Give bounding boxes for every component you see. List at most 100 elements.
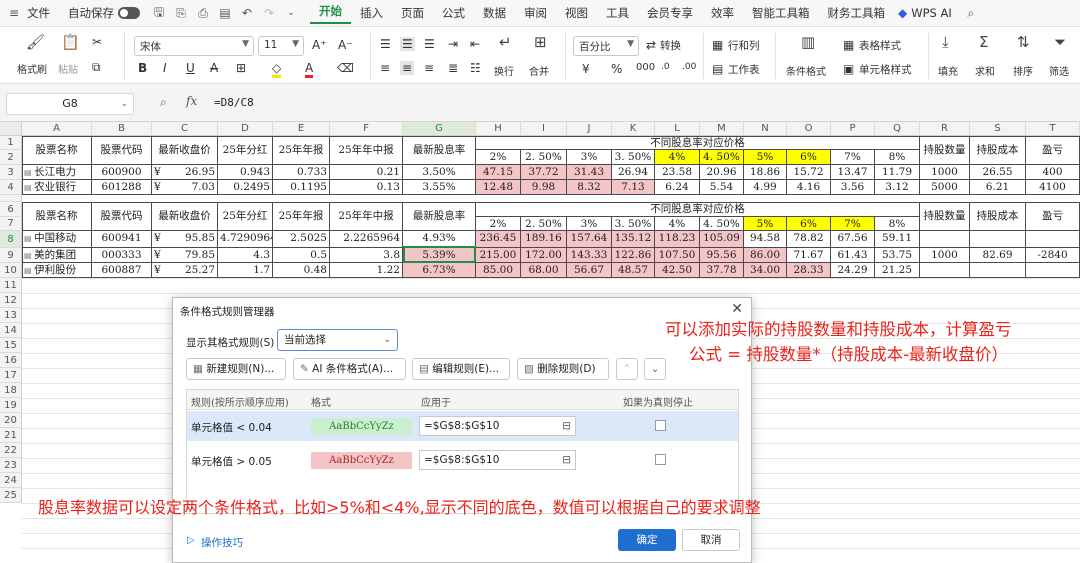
holding-cost-cell[interactable] <box>970 231 1026 248</box>
row-header[interactable]: 25 <box>0 488 22 503</box>
column-header[interactable]: L <box>655 122 700 136</box>
column-header[interactable]: K <box>612 122 655 136</box>
target-price-cell[interactable]: 95.56 <box>700 248 744 263</box>
close-price-cell[interactable]: ¥7.03 <box>152 180 218 195</box>
column-header[interactable]: Q <box>875 122 920 136</box>
rate-header[interactable]: 2% <box>476 217 521 231</box>
mid-report-cell[interactable]: 3.8 <box>330 248 403 263</box>
column-title[interactable]: 持股数量 <box>920 202 970 231</box>
export-icon[interactable]: ⎘ <box>173 6 189 21</box>
target-price-cell[interactable]: 78.82 <box>787 231 831 248</box>
annual-report-cell[interactable]: 0.48 <box>273 263 330 278</box>
tab-data[interactable]: 数据 <box>474 5 515 21</box>
rate-header[interactable]: 2. 50% <box>521 217 567 231</box>
range-picker-icon[interactable]: ⊟ <box>562 451 571 469</box>
column-header[interactable]: N <box>744 122 787 136</box>
stock-code-cell[interactable]: 600900 <box>92 165 152 180</box>
row-header[interactable]: 24 <box>0 473 22 488</box>
row-header[interactable]: 15 <box>0 338 22 353</box>
edit-rule-button[interactable]: ▤ 编辑规则(E)... <box>412 358 510 380</box>
column-title[interactable]: 持股成本 <box>970 202 1026 231</box>
dividend-yield-cell[interactable]: 3.50% <box>403 165 476 180</box>
target-price-cell[interactable]: 4.16 <box>787 180 831 195</box>
target-price-cell[interactable]: 107.50 <box>655 248 700 263</box>
annual-report-cell[interactable]: 0.733 <box>273 165 330 180</box>
row-header[interactable]: 21 <box>0 428 22 443</box>
stock-code-cell[interactable]: 000333 <box>92 248 152 263</box>
holding-cost-cell[interactable] <box>970 263 1026 278</box>
target-price-cell[interactable]: 37.78 <box>700 263 744 278</box>
filter-button[interactable]: 筛选 <box>1049 63 1069 78</box>
rate-header[interactable]: 3% <box>567 217 612 231</box>
fill-color-icon[interactable]: ◇ <box>272 61 282 78</box>
rows-cols-button[interactable]: 行和列 <box>728 38 760 53</box>
paste-icon[interactable]: 📋 <box>61 33 80 51</box>
currency-icon[interactable]: ¥ <box>582 62 590 76</box>
name-box[interactable]: G8 ⌄ <box>6 93 134 115</box>
move-down-button[interactable]: ⌄ <box>644 358 666 380</box>
mid-report-cell[interactable]: 1.22 <box>330 263 403 278</box>
target-price-cell[interactable]: 20.96 <box>700 165 744 180</box>
dividend-cell[interactable]: 0.943 <box>218 165 273 180</box>
column-title[interactable]: 股票代码 <box>92 136 152 165</box>
wrap-icon[interactable]: ↵ <box>499 33 512 51</box>
column-title[interactable]: 最新收盘价 <box>152 136 218 165</box>
thousands-icon[interactable]: 000 <box>636 62 655 73</box>
decrease-font-icon[interactable]: A⁻ <box>338 38 353 52</box>
target-price-cell[interactable]: 13.47 <box>831 165 875 180</box>
row-header[interactable]: 4 <box>0 180 22 195</box>
rate-header[interactable]: 5% <box>744 150 787 165</box>
tab-tools[interactable]: 工具 <box>597 5 638 21</box>
row-header[interactable]: 3 <box>0 165 22 180</box>
worksheet-button[interactable]: 工作表 <box>728 62 760 77</box>
tab-finance-toolbox[interactable]: 财务工具箱 <box>819 5 895 21</box>
tab-wps-ai[interactable]: WPS AI <box>907 6 961 20</box>
column-title[interactable]: 最新股息率 <box>403 136 476 165</box>
tab-insert[interactable]: 插入 <box>351 5 392 21</box>
italic-icon[interactable]: I <box>163 61 167 75</box>
move-up-button[interactable]: ⌃ <box>616 358 638 380</box>
range-picker-icon[interactable]: ⊟ <box>562 417 571 435</box>
target-price-cell[interactable]: 5.54 <box>700 180 744 195</box>
distributed-icon[interactable]: ☷ <box>470 61 481 75</box>
target-price-cell[interactable]: 7.13 <box>612 180 655 195</box>
annual-report-cell[interactable]: 0.5 <box>273 248 330 263</box>
target-price-cell[interactable]: 6.24 <box>655 180 700 195</box>
font-name-select[interactable]: 宋体 ▼ <box>134 36 254 56</box>
rule-row[interactable]: 单元格值 > 0.05 AaBbCcYyZz =$G$8:$G$10 ⊟ <box>187 445 738 475</box>
target-price-cell[interactable]: 94.58 <box>744 231 787 248</box>
merge-button[interactable]: 合并 <box>529 63 549 78</box>
percent-icon[interactable]: % <box>611 62 622 76</box>
pnl-cell[interactable] <box>1026 231 1080 248</box>
holding-qty-cell[interactable]: 1000 <box>920 248 970 263</box>
holding-qty-cell[interactable]: 1000 <box>920 165 970 180</box>
rate-header[interactable]: 8% <box>875 150 920 165</box>
tab-formula[interactable]: 公式 <box>433 5 474 21</box>
stock-name-cell[interactable]: ▤ 中国移动 <box>22 231 92 248</box>
row-header[interactable]: 7 <box>0 217 22 231</box>
holding-qty-cell[interactable] <box>920 263 970 278</box>
row-header[interactable]: 1 <box>0 136 22 150</box>
column-title[interactable]: 25年年中报 <box>330 136 403 165</box>
target-price-cell[interactable]: 143.33 <box>567 248 612 263</box>
column-title[interactable]: 股票名称 <box>22 202 92 231</box>
target-price-cell[interactable]: 24.29 <box>831 263 875 278</box>
target-price-cell[interactable]: 53.75 <box>875 248 920 263</box>
row-header[interactable]: 17 <box>0 368 22 383</box>
annual-report-cell[interactable]: 2.5025 <box>273 231 330 248</box>
row-header[interactable]: 19 <box>0 398 22 413</box>
sort-button[interactable]: 排序 <box>1013 63 1033 78</box>
target-price-cell[interactable]: 68.00 <box>521 263 567 278</box>
table-style-button[interactable]: 表格样式 <box>859 38 901 53</box>
target-price-cell[interactable]: 21.25 <box>875 263 920 278</box>
print-icon[interactable]: ⎙ <box>195 6 211 21</box>
conditional-format-button[interactable]: 条件格式 <box>786 63 826 78</box>
wrap-button[interactable]: 换行 <box>494 63 514 78</box>
underline-icon[interactable]: U <box>186 61 195 75</box>
align-top-icon[interactable]: ☰ <box>380 37 391 51</box>
outdent-icon[interactable]: ⇤ <box>470 37 480 51</box>
column-title[interactable]: 25年年报 <box>273 136 330 165</box>
align-center-icon[interactable]: ≡ <box>400 61 415 75</box>
target-price-cell[interactable]: 12.48 <box>476 180 521 195</box>
filter-icon[interactable]: ⏷ <box>1054 33 1066 51</box>
